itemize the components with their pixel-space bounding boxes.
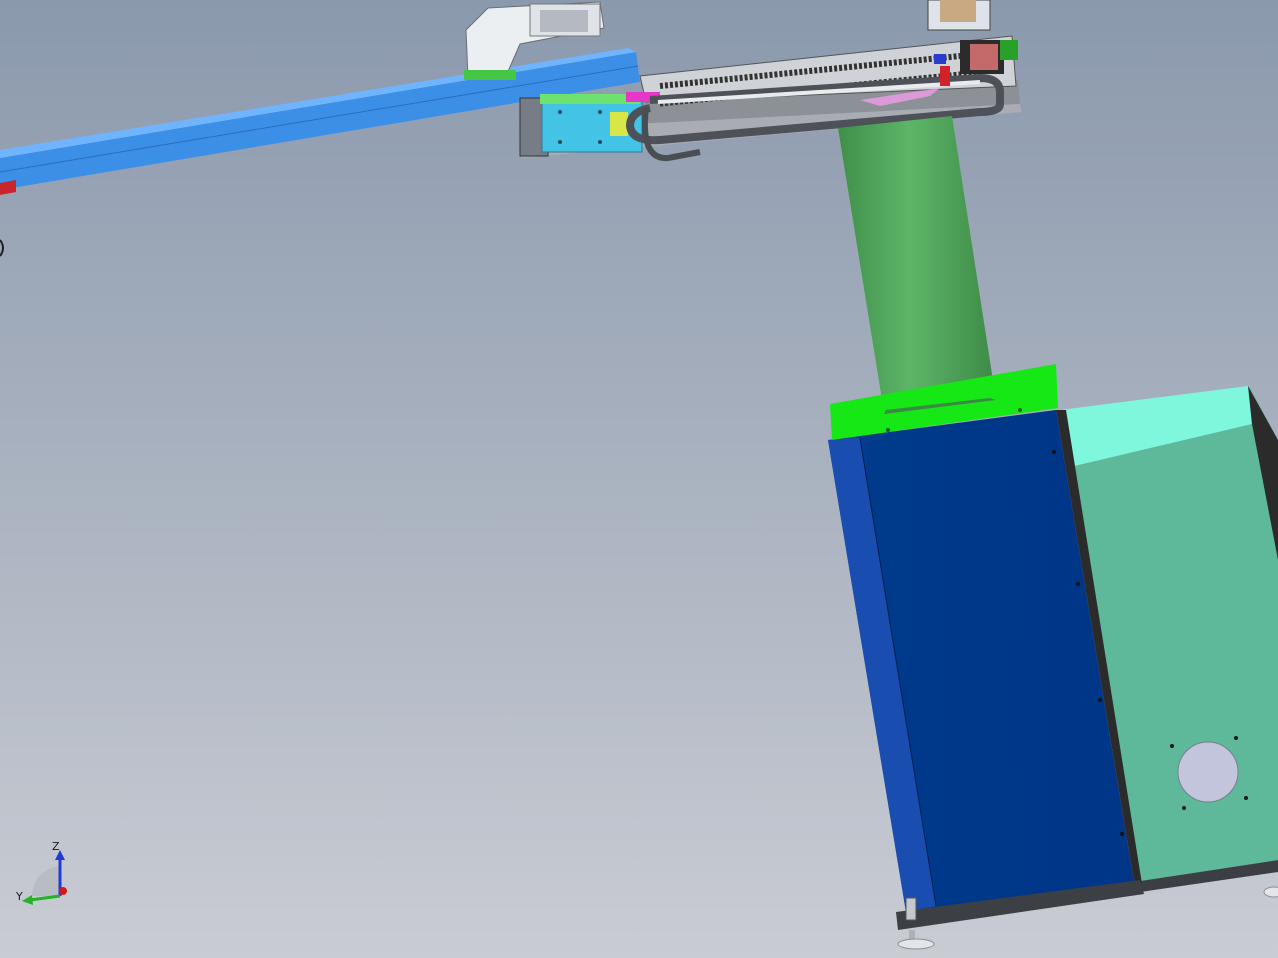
z-axis-label: Z [52, 840, 60, 853]
y-axis-icon [29, 894, 61, 902]
orientation-triad[interactable]: Z Y [14, 838, 78, 908]
round-port [1177, 741, 1239, 803]
model-scene[interactable] [0, 0, 1278, 958]
triad-plane [31, 866, 60, 896]
motor-green-tab [1000, 40, 1018, 60]
gripper-green-plate [464, 70, 516, 80]
x-axis-icon [59, 887, 67, 895]
y-axis-label: Y [15, 890, 23, 903]
cad-viewport[interactable]: Z Y [0, 0, 1278, 958]
